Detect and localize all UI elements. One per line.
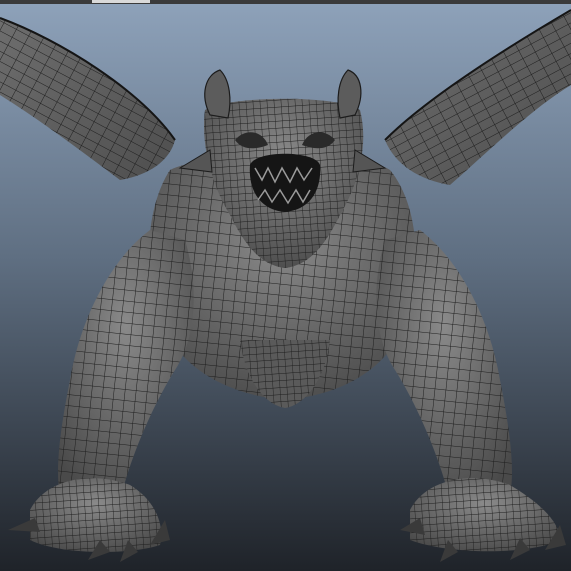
3d-viewport[interactable] <box>0 0 571 571</box>
viewport-gradient-background <box>0 0 571 571</box>
viewport-tab-indicator[interactable] <box>92 0 150 3</box>
viewport-top-bar <box>0 0 571 4</box>
